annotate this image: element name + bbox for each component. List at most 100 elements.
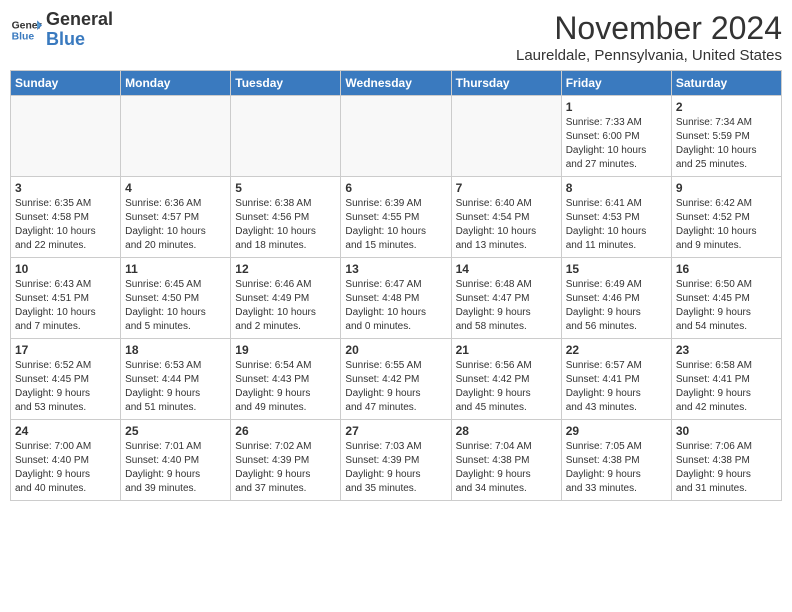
day-number-24: 24 (15, 424, 116, 438)
day-number-15: 15 (566, 262, 667, 276)
day-number-4: 4 (125, 181, 226, 195)
calendar-cell-3-6: 23 Sunrise: 6:58 AMSunset: 4:41 PMDayligh… (671, 339, 781, 420)
calendar-cell-4-1: 25 Sunrise: 7:01 AMSunset: 4:40 PMDayligh… (121, 420, 231, 501)
day-info-7: Sunrise: 6:40 AMSunset: 4:54 PMDaylight:… (456, 197, 557, 253)
calendar-cell-3-4: 21 Sunrise: 6:56 AMSunset: 4:42 PMDayligh… (451, 339, 561, 420)
day-info-17: Sunrise: 6:52 AMSunset: 4:45 PMDaylight:… (15, 359, 116, 415)
logo-general: General (46, 9, 113, 29)
month-title: November 2024 (516, 10, 782, 47)
calendar-cell-0-5: 1 Sunrise: 7:33 AMSunset: 6:00 PMDaylight… (561, 96, 671, 177)
calendar-cell-0-2 (231, 96, 341, 177)
day-number-18: 18 (125, 343, 226, 357)
day-info-27: Sunrise: 7:03 AMSunset: 4:39 PMDaylight:… (345, 440, 446, 496)
day-info-14: Sunrise: 6:48 AMSunset: 4:47 PMDaylight:… (456, 278, 557, 334)
week-row-2: 10 Sunrise: 6:43 AMSunset: 4:51 PMDayligh… (11, 258, 782, 339)
calendar-cell-1-1: 4Sunrise: 6:36 AMSunset: 4:57 PMDaylight… (121, 177, 231, 258)
calendar-cell-2-2: 12 Sunrise: 6:46 AMSunset: 4:49 PMDayligh… (231, 258, 341, 339)
header-sunday: Sunday (11, 71, 121, 96)
logo: General Blue General Blue (10, 10, 113, 50)
day-number-2: 2 (676, 100, 777, 114)
day-number-28: 28 (456, 424, 557, 438)
calendar-cell-0-1 (121, 96, 231, 177)
calendar-body: 1 Sunrise: 7:33 AMSunset: 6:00 PMDaylight… (11, 96, 782, 501)
day-info-23: Sunrise: 6:58 AMSunset: 4:41 PMDaylight:… (676, 359, 777, 415)
day-number-19: 19 (235, 343, 336, 357)
day-info-26: Sunrise: 7:02 AMSunset: 4:39 PMDaylight:… (235, 440, 336, 496)
day-info-19: Sunrise: 6:54 AMSunset: 4:43 PMDaylight:… (235, 359, 336, 415)
calendar-cell-4-6: 30 Sunrise: 7:06 AMSunset: 4:38 PMDayligh… (671, 420, 781, 501)
week-row-3: 17 Sunrise: 6:52 AMSunset: 4:45 PMDayligh… (11, 339, 782, 420)
day-info-28: Sunrise: 7:04 AMSunset: 4:38 PMDaylight:… (456, 440, 557, 496)
header-tuesday: Tuesday (231, 71, 341, 96)
day-info-8: Sunrise: 6:41 AMSunset: 4:53 PMDaylight:… (566, 197, 667, 253)
week-row-0: 1 Sunrise: 7:33 AMSunset: 6:00 PMDaylight… (11, 96, 782, 177)
day-info-30: Sunrise: 7:06 AMSunset: 4:38 PMDaylight:… (676, 440, 777, 496)
day-number-23: 23 (676, 343, 777, 357)
week-row-1: 3 Sunrise: 6:35 AMSunset: 4:58 PMDaylight… (11, 177, 782, 258)
day-info-11: Sunrise: 6:45 AMSunset: 4:50 PMDaylight:… (125, 278, 226, 334)
calendar-cell-2-3: 13Sunrise: 6:47 AMSunset: 4:48 PMDayligh… (341, 258, 451, 339)
day-number-16: 16 (676, 262, 777, 276)
svg-text:Blue: Blue (12, 31, 35, 42)
day-number-13: 13 (345, 262, 446, 276)
day-number-21: 21 (456, 343, 557, 357)
calendar-cell-0-3 (341, 96, 451, 177)
day-info-20: Sunrise: 6:55 AMSunset: 4:42 PMDaylight:… (345, 359, 446, 415)
calendar-table: Sunday Monday Tuesday Wednesday Thursday… (10, 70, 782, 501)
calendar-cell-4-3: 27 Sunrise: 7:03 AMSunset: 4:39 PMDayligh… (341, 420, 451, 501)
day-info-9: Sunrise: 6:42 AMSunset: 4:52 PMDaylight:… (676, 197, 777, 253)
day-number-25: 25 (125, 424, 226, 438)
calendar-cell-4-5: 29 Sunrise: 7:05 AMSunset: 4:38 PMDayligh… (561, 420, 671, 501)
calendar-cell-0-6: 2 Sunrise: 7:34 AMSunset: 5:59 PMDaylight… (671, 96, 781, 177)
calendar-cell-1-5: 8 Sunrise: 6:41 AMSunset: 4:53 PMDaylight… (561, 177, 671, 258)
header-thursday: Thursday (451, 71, 561, 96)
calendar-header: Sunday Monday Tuesday Wednesday Thursday… (11, 71, 782, 96)
day-number-12: 12 (235, 262, 336, 276)
header-monday: Monday (121, 71, 231, 96)
logo-text: General Blue (46, 10, 113, 50)
day-info-12: Sunrise: 6:46 AMSunset: 4:49 PMDaylight:… (235, 278, 336, 334)
calendar-cell-2-1: 11Sunrise: 6:45 AMSunset: 4:50 PMDayligh… (121, 258, 231, 339)
day-info-2: Sunrise: 7:34 AMSunset: 5:59 PMDaylight:… (676, 116, 777, 172)
calendar-cell-3-5: 22 Sunrise: 6:57 AMSunset: 4:41 PMDayligh… (561, 339, 671, 420)
calendar-cell-1-4: 7Sunrise: 6:40 AMSunset: 4:54 PMDaylight… (451, 177, 561, 258)
day-number-30: 30 (676, 424, 777, 438)
day-number-29: 29 (566, 424, 667, 438)
day-number-3: 3 (15, 181, 116, 195)
calendar-cell-2-4: 14 Sunrise: 6:48 AMSunset: 4:47 PMDayligh… (451, 258, 561, 339)
day-number-9: 9 (676, 181, 777, 195)
day-number-26: 26 (235, 424, 336, 438)
title-block: November 2024 Laureldale, Pennsylvania, … (516, 10, 782, 64)
day-number-8: 8 (566, 181, 667, 195)
day-info-29: Sunrise: 7:05 AMSunset: 4:38 PMDaylight:… (566, 440, 667, 496)
day-number-10: 10 (15, 262, 116, 276)
header-saturday: Saturday (671, 71, 781, 96)
day-info-22: Sunrise: 6:57 AMSunset: 4:41 PMDaylight:… (566, 359, 667, 415)
day-number-22: 22 (566, 343, 667, 357)
calendar-cell-1-2: 5Sunrise: 6:38 AMSunset: 4:56 PMDaylight… (231, 177, 341, 258)
day-number-14: 14 (456, 262, 557, 276)
location-title: Laureldale, Pennsylvania, United States (516, 47, 782, 64)
calendar-cell-3-3: 20Sunrise: 6:55 AMSunset: 4:42 PMDayligh… (341, 339, 451, 420)
calendar-cell-4-2: 26 Sunrise: 7:02 AMSunset: 4:39 PMDayligh… (231, 420, 341, 501)
day-info-5: Sunrise: 6:38 AMSunset: 4:56 PMDaylight:… (235, 197, 336, 253)
page-header: General Blue General Blue November 2024 … (10, 10, 782, 64)
day-info-21: Sunrise: 6:56 AMSunset: 4:42 PMDaylight:… (456, 359, 557, 415)
day-info-10: Sunrise: 6:43 AMSunset: 4:51 PMDaylight:… (15, 278, 116, 334)
day-number-27: 27 (345, 424, 446, 438)
day-number-1: 1 (566, 100, 667, 114)
day-info-16: Sunrise: 6:50 AMSunset: 4:45 PMDaylight:… (676, 278, 777, 334)
day-info-24: Sunrise: 7:00 AMSunset: 4:40 PMDaylight:… (15, 440, 116, 496)
logo-blue: Blue (46, 29, 85, 49)
day-info-3: Sunrise: 6:35 AMSunset: 4:58 PMDaylight:… (15, 197, 116, 253)
calendar-cell-0-4 (451, 96, 561, 177)
header-wednesday: Wednesday (341, 71, 451, 96)
logo-icon: General Blue (10, 14, 42, 46)
day-info-1: Sunrise: 7:33 AMSunset: 6:00 PMDaylight:… (566, 116, 667, 172)
week-row-4: 24 Sunrise: 7:00 AMSunset: 4:40 PMDayligh… (11, 420, 782, 501)
day-info-25: Sunrise: 7:01 AMSunset: 4:40 PMDaylight:… (125, 440, 226, 496)
day-info-6: Sunrise: 6:39 AMSunset: 4:55 PMDaylight:… (345, 197, 446, 253)
header-friday: Friday (561, 71, 671, 96)
calendar-cell-4-4: 28 Sunrise: 7:04 AMSunset: 4:38 PMDayligh… (451, 420, 561, 501)
day-number-17: 17 (15, 343, 116, 357)
